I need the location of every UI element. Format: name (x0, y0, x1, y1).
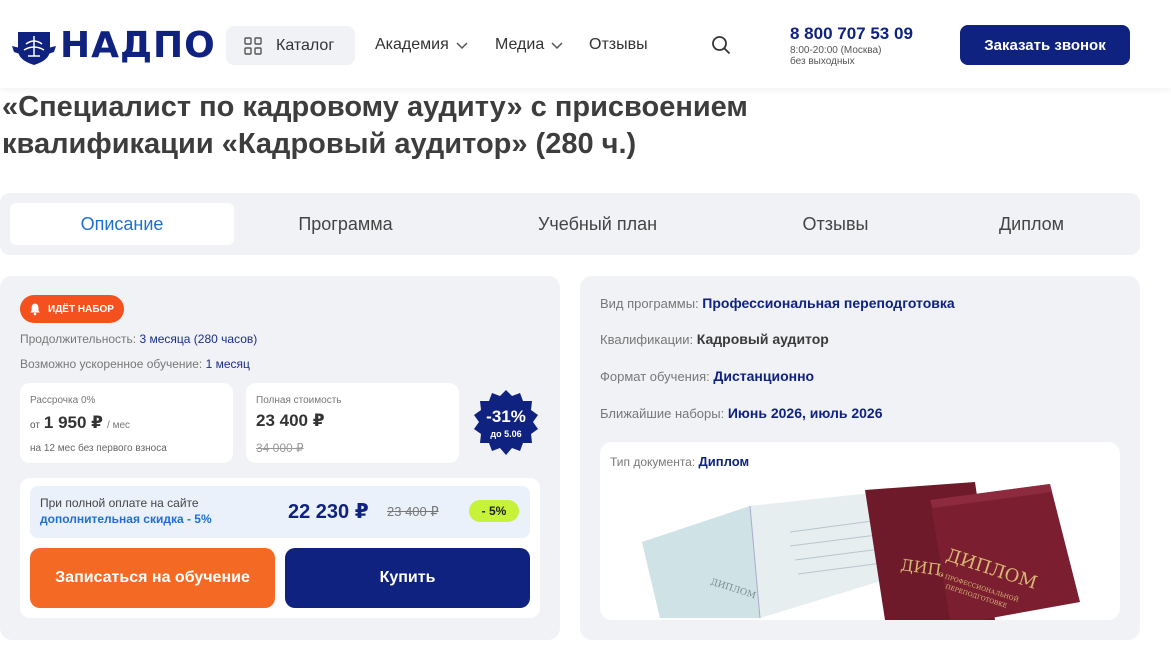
installment-suffix: / мес (107, 420, 131, 431)
tab-program[interactable]: Программа (258, 203, 433, 245)
program-details-card: Вид программы: Профессиональная переподг… (580, 276, 1140, 640)
grid-icon (244, 36, 262, 55)
hours-line: 8:00-20:00 (Москва) (790, 45, 882, 56)
online-price: 22 230 ₽ (288, 501, 369, 523)
online-discount-badge: - 5% (469, 500, 519, 522)
logo[interactable]: НАДПО (12, 26, 216, 66)
logo-emblem-icon (12, 32, 56, 65)
format-label: Формат обучения: (600, 369, 710, 384)
full-price-old: 34 000 ₽ (256, 441, 304, 455)
title-line: «Специалист по кадровому аудиту» с присв… (2, 91, 748, 123)
format-value: Дистанционно (713, 368, 815, 384)
full-price: 23 400 ₽ (256, 411, 325, 430)
diploma-image: ДИПЛОМ ДИПЛ ДИПЛОМ О ПРОФЕССИОНАЛЬНОЙ ПЕ… (642, 482, 1080, 620)
online-discount-line1: При полной оплате на сайте (40, 496, 199, 510)
next-intake-row: Ближайшие наборы: Июнь 2026, июль 2026 (600, 405, 883, 421)
catalog-label: Каталог (276, 36, 335, 54)
full-price-label: Полная стоимость (256, 395, 342, 406)
installment-amount: 1 950 ₽ (43, 413, 104, 432)
request-call-button[interactable]: Заказать звонок (960, 25, 1130, 65)
online-discount-panel: При полной оплате на сайте дополнительна… (30, 486, 530, 538)
bell-icon (30, 303, 40, 316)
tab-curriculum[interactable]: Учебный план (510, 203, 685, 245)
duration-value: 3 месяца (280 часов) (139, 332, 258, 346)
program-type-row: Вид программы: Профессиональная переподг… (600, 295, 955, 311)
qualification-value: Кадровый аудитор (696, 331, 829, 347)
nav-item-label: Отзывы (589, 36, 648, 53)
search-icon[interactable] (710, 34, 732, 56)
nav-item-media[interactable]: Медиа (495, 36, 564, 54)
site-header: НАДПО Каталог Академия Медиа Отзывы 8 80… (0, 0, 1171, 88)
working-hours: 8:00-20:00 (Москва) без выходных (790, 45, 881, 67)
online-discount-line2: дополнительная скидка - 5% (40, 512, 212, 526)
tab-description[interactable]: Описание (10, 203, 234, 245)
badge-label: ИДЁТ НАБОР (48, 303, 114, 315)
nav-item-academy[interactable]: Академия (375, 36, 469, 54)
chevron-down-icon (551, 42, 563, 50)
offer-card: ИДЁТ НАБОР Продолжительность: 3 месяца (… (0, 276, 560, 640)
tab-bar: Описание Программа Учебный план Отзывы Д… (0, 193, 1140, 255)
duration-label: Продолжительность: (20, 332, 137, 346)
phone-number[interactable]: 8 800 707 53 09 (790, 24, 913, 44)
document-preview: Тип документа: Диплом ДИПЛОМ ДИПЛ ДИПЛОМ… (600, 442, 1120, 620)
logo-text: НАДПО (60, 25, 216, 66)
fast-track-line: Возможно ускоренное обучение: 1 месяц (20, 357, 250, 371)
program-type-value: Профессиональная переподготовка (702, 295, 955, 311)
installment-prefix: от (30, 420, 40, 431)
discount-badge: -31% до 5.06 (472, 389, 540, 457)
full-price-card: Полная стоимость 23 400 ₽ 34 000 ₽ (246, 383, 459, 463)
nav-item-label: Медиа (495, 36, 545, 53)
next-intake-value: Июнь 2026, июль 2026 (727, 405, 883, 421)
format-row: Формат обучения: Дистанционно (600, 368, 814, 384)
installment-price-line: от 1 950 ₽ / мес (30, 413, 130, 433)
tab-diploma[interactable]: Диплом (944, 203, 1119, 245)
page-title: «Специалист по кадровому аудиту» с присв… (2, 89, 902, 163)
hours-line: без выходных (790, 56, 855, 67)
catalog-button[interactable]: Каталог (226, 26, 355, 65)
nav-item-reviews[interactable]: Отзывы (589, 36, 648, 54)
chevron-down-icon (456, 42, 468, 50)
online-old-price: 23 400 ₽ (387, 504, 439, 519)
fast-track-label: Возможно ускоренное обучение: (20, 357, 203, 371)
nav-item-label: Академия (375, 36, 449, 53)
enroll-button[interactable]: Записаться на обучение (30, 548, 275, 608)
qualification-label: Квалификации: (600, 332, 694, 347)
buy-button[interactable]: Купить (285, 548, 530, 608)
title-line: квалификации «Кадровый аудитор» (280 ч.) (2, 128, 637, 160)
installment-note: на 12 мес без первого взноса (30, 443, 167, 454)
discount-percent: -31% (486, 407, 526, 426)
discount-until: до 5.06 (490, 429, 522, 439)
next-intake-label: Ближайшие наборы: (600, 406, 725, 421)
online-payment-box: При полной оплате на сайте дополнительна… (20, 478, 540, 618)
installment-card: Рассрочка 0% от 1 950 ₽ / мес на 12 мес … (20, 383, 233, 463)
program-type-label: Вид программы: (600, 296, 699, 311)
installment-label: Рассрочка 0% (30, 395, 96, 406)
fast-track-value: 1 месяц (205, 357, 250, 371)
duration-line: Продолжительность: 3 месяца (280 часов) (20, 332, 257, 346)
qualification-row: Квалификации: Кадровый аудитор (600, 331, 829, 347)
tab-reviews[interactable]: Отзывы (748, 203, 923, 245)
enrollment-open-badge: ИДЁТ НАБОР (20, 295, 124, 323)
